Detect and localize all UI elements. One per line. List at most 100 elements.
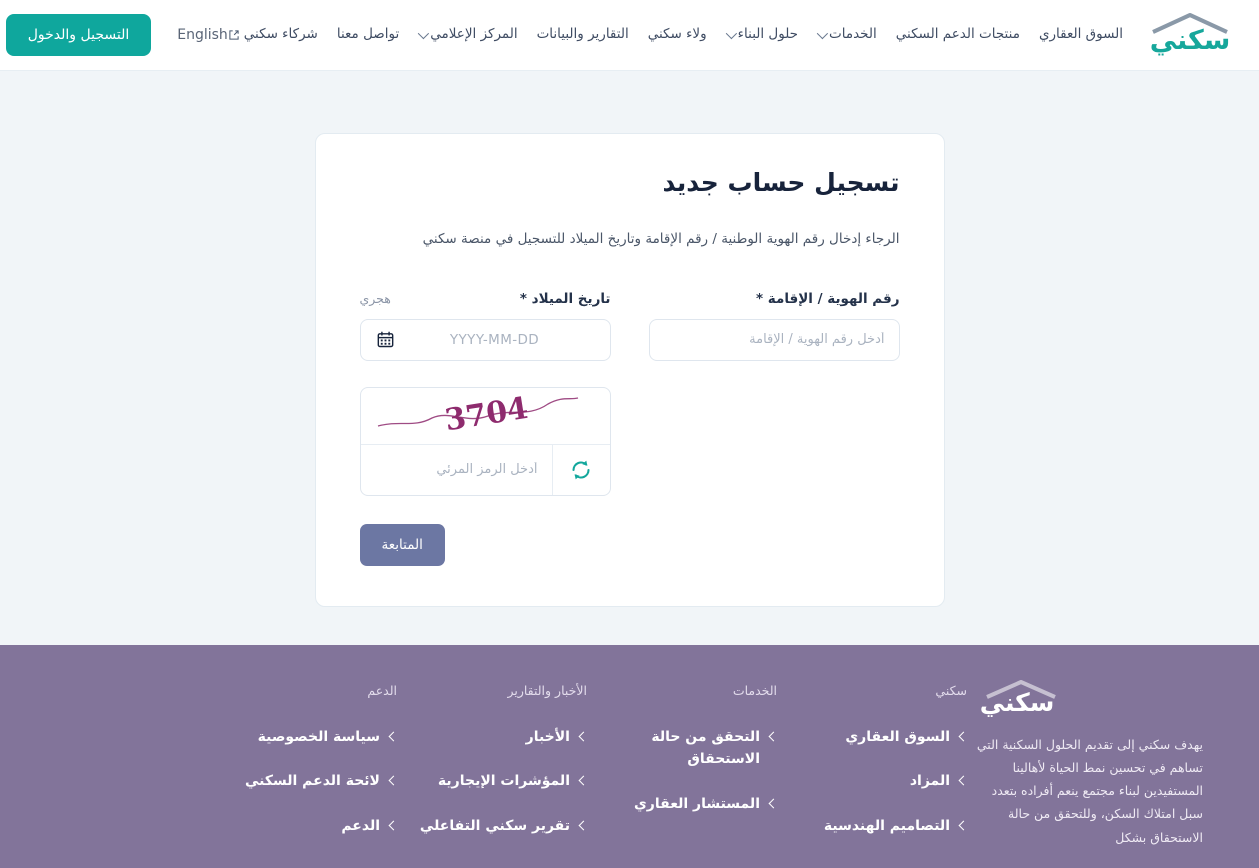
- footer-column-news-reports: الأخبار والتقارير الأخبار المؤشرات الإيج…: [397, 679, 589, 868]
- footer-link-eligibility-check[interactable]: التحقق من حالة الاستحقاق: [587, 726, 779, 771]
- footer-link-real-estate-market[interactable]: السوق العقاري: [777, 726, 969, 748]
- field-label-birth-date: تاريخ الميلاد *: [520, 291, 611, 307]
- field-label-row: رقم الهوية / الإقامة *: [649, 291, 899, 307]
- chevron-down-icon: [725, 27, 737, 40]
- nav-item-media-center[interactable]: المركز الإعلامي: [418, 26, 518, 43]
- chevron-left-icon: [958, 775, 969, 786]
- footer-link-interactive-report[interactable]: تقرير سكني التفاعلي: [397, 815, 589, 837]
- nav-label: منتجات الدعم السكني: [895, 26, 1020, 43]
- continue-button[interactable]: المتابعة: [359, 523, 445, 566]
- submit-row: المتابعة: [359, 523, 900, 566]
- nav-item-reports-and-data[interactable]: التقارير والبيانات: [537, 28, 629, 42]
- footer-link-columns: سكني السوق العقاري المزاد التصاميم الهند…: [42, 679, 969, 868]
- footer-link-label: التصاميم الهندسية: [823, 817, 950, 834]
- footer-column-sakani: سكني السوق العقاري المزاد التصاميم الهند…: [777, 679, 969, 868]
- captcha-container: 3704: [359, 386, 611, 496]
- field-label-row: تاريخ الميلاد * هجري: [360, 291, 611, 307]
- required-marker: *: [756, 290, 764, 307]
- chevron-left-icon: [958, 820, 969, 831]
- footer-link-label: المستشار العقاري: [633, 795, 760, 812]
- nav-item-contact-us[interactable]: تواصل معنا: [337, 28, 399, 42]
- nav-item-real-estate-market[interactable]: السوق العقاري: [1039, 28, 1123, 42]
- external-link-icon: [229, 30, 239, 40]
- footer-column-services: الخدمات التحقق من حالة الاستحقاق المستشا…: [587, 679, 779, 868]
- footer-link-label: التحقق من حالة الاستحقاق: [651, 729, 760, 768]
- footer-link-label: تقرير سكني التفاعلي: [419, 817, 570, 834]
- national-id-input-box[interactable]: [648, 318, 900, 361]
- chevron-left-icon: [958, 731, 969, 742]
- chevron-left-icon: [388, 820, 399, 831]
- site-logo[interactable]: سكني: [1137, 10, 1243, 60]
- captcha-input-cell[interactable]: [361, 445, 552, 495]
- field-label-national-id: رقم الهوية / الإقامة *: [756, 291, 899, 307]
- main-navigation: السوق العقاري منتجات الدعم السكني الخدما…: [228, 28, 1123, 42]
- footer-logo: سكني: [967, 679, 1067, 719]
- birth-date-input[interactable]: [393, 331, 596, 348]
- chevron-left-icon: [768, 731, 779, 742]
- footer-link-real-estate-advisor[interactable]: المستشار العقاري: [587, 793, 779, 815]
- national-id-input[interactable]: [663, 332, 885, 348]
- nav-label: شركاء سكني: [243, 26, 318, 43]
- site-header: سكني السوق العقاري منتجات الدعم السكني ا…: [0, 0, 1259, 71]
- nav-item-building-solutions[interactable]: حلول البناء: [725, 26, 799, 43]
- footer-link-auction[interactable]: المزاد: [777, 770, 969, 792]
- login-register-button[interactable]: التسجيل والدخول: [5, 14, 152, 56]
- page-subtitle: الرجاء إدخال رقم الهوية الوطنية / رقم ال…: [422, 231, 900, 247]
- nav-item-sakani-partners[interactable]: شركاء سكني: [228, 28, 318, 42]
- footer-link-privacy-policy[interactable]: سياسة الخصوصية: [207, 726, 399, 748]
- footer-link-news[interactable]: الأخبار: [397, 726, 589, 748]
- birth-date-input-box[interactable]: [359, 318, 611, 361]
- footer-link-support[interactable]: الدعم: [207, 815, 399, 837]
- nav-item-sakani-loyalty[interactable]: ولاء سكني: [648, 28, 707, 42]
- footer-description: يهدف سكني إلى تقديم الحلول السكنية التي …: [976, 737, 1203, 845]
- field-national-id: رقم الهوية / الإقامة *: [648, 291, 900, 361]
- footer-link-label: السوق العقاري: [845, 729, 950, 745]
- footer-link-engineering-designs[interactable]: التصاميم الهندسية: [777, 815, 969, 837]
- page-title: تسجيل حساب جديد: [662, 168, 900, 197]
- footer-link-label: الأخبار: [525, 729, 570, 745]
- nav-item-housing-support-products[interactable]: منتجات الدعم السكني: [896, 28, 1020, 42]
- language-switcher[interactable]: English: [177, 27, 228, 43]
- footer-column-title: الخدمات: [732, 683, 777, 698]
- captcha-code-graphic: 3704: [377, 390, 579, 438]
- nav-label: ولاء سكني: [647, 26, 707, 43]
- footer-link-housing-support-regulation[interactable]: لائحة الدعم السكني: [207, 770, 399, 792]
- calendar-icon[interactable]: [377, 331, 394, 348]
- nav-item-services[interactable]: الخدمات: [816, 26, 877, 43]
- chevron-left-icon: [388, 775, 399, 786]
- footer-brand: سكني يهدف سكني إلى تقديم الحلول السكنية …: [967, 679, 1217, 868]
- captcha-image: 3704: [360, 388, 610, 445]
- footer-link-rental-indicators[interactable]: المؤشرات الإيجارية: [397, 770, 589, 792]
- chevron-left-icon: [388, 731, 399, 742]
- footer-link-label: لائحة الدعم السكني: [244, 773, 380, 790]
- footer-column-support: الدعم سياسة الخصوصية لائحة الدعم السكني …: [207, 679, 399, 868]
- footer-link-label: الدعم: [341, 817, 380, 834]
- nav-label: حلول البناء: [737, 26, 799, 43]
- footer-column-title: سكني: [935, 683, 967, 698]
- captcha-section: 3704: [359, 386, 611, 496]
- field-birth-date: تاريخ الميلاد * هجري: [359, 291, 611, 361]
- captcha-input-row: [361, 444, 610, 495]
- form-row-identity: رقم الهوية / الإقامة * تاريخ الميلاد * ه…: [359, 291, 900, 361]
- nav-label: المركز الإعلامي: [430, 26, 518, 43]
- chevron-down-icon: [418, 27, 430, 40]
- logo-text: سكني: [1149, 25, 1232, 56]
- site-footer: سكني يهدف سكني إلى تقديم الحلول السكنية …: [0, 645, 1259, 868]
- footer-link-label: سياسة الخصوصية: [257, 729, 380, 745]
- footer-link-label: المؤشرات الإيجارية: [437, 773, 570, 790]
- label-text: رقم الهوية / الإقامة: [767, 290, 900, 307]
- required-marker: *: [519, 290, 527, 307]
- main-content: تسجيل حساب جديد الرجاء إدخال رقم الهوية …: [0, 71, 1259, 645]
- captcha-code-text: 3704: [443, 390, 531, 438]
- captcha-refresh-button[interactable]: [551, 444, 610, 495]
- hijri-toggle[interactable]: هجري: [360, 291, 391, 306]
- captcha-input[interactable]: [374, 462, 538, 478]
- chevron-left-icon: [768, 798, 779, 809]
- footer-link-label: المزاد: [909, 773, 950, 790]
- nav-label: السوق العقاري: [1038, 26, 1123, 43]
- nav-label: الخدمات: [829, 26, 877, 43]
- footer-column-title: الدعم: [367, 683, 397, 698]
- label-text: تاريخ الميلاد: [531, 290, 611, 307]
- chevron-left-icon: [578, 731, 589, 742]
- chevron-left-icon: [578, 820, 589, 831]
